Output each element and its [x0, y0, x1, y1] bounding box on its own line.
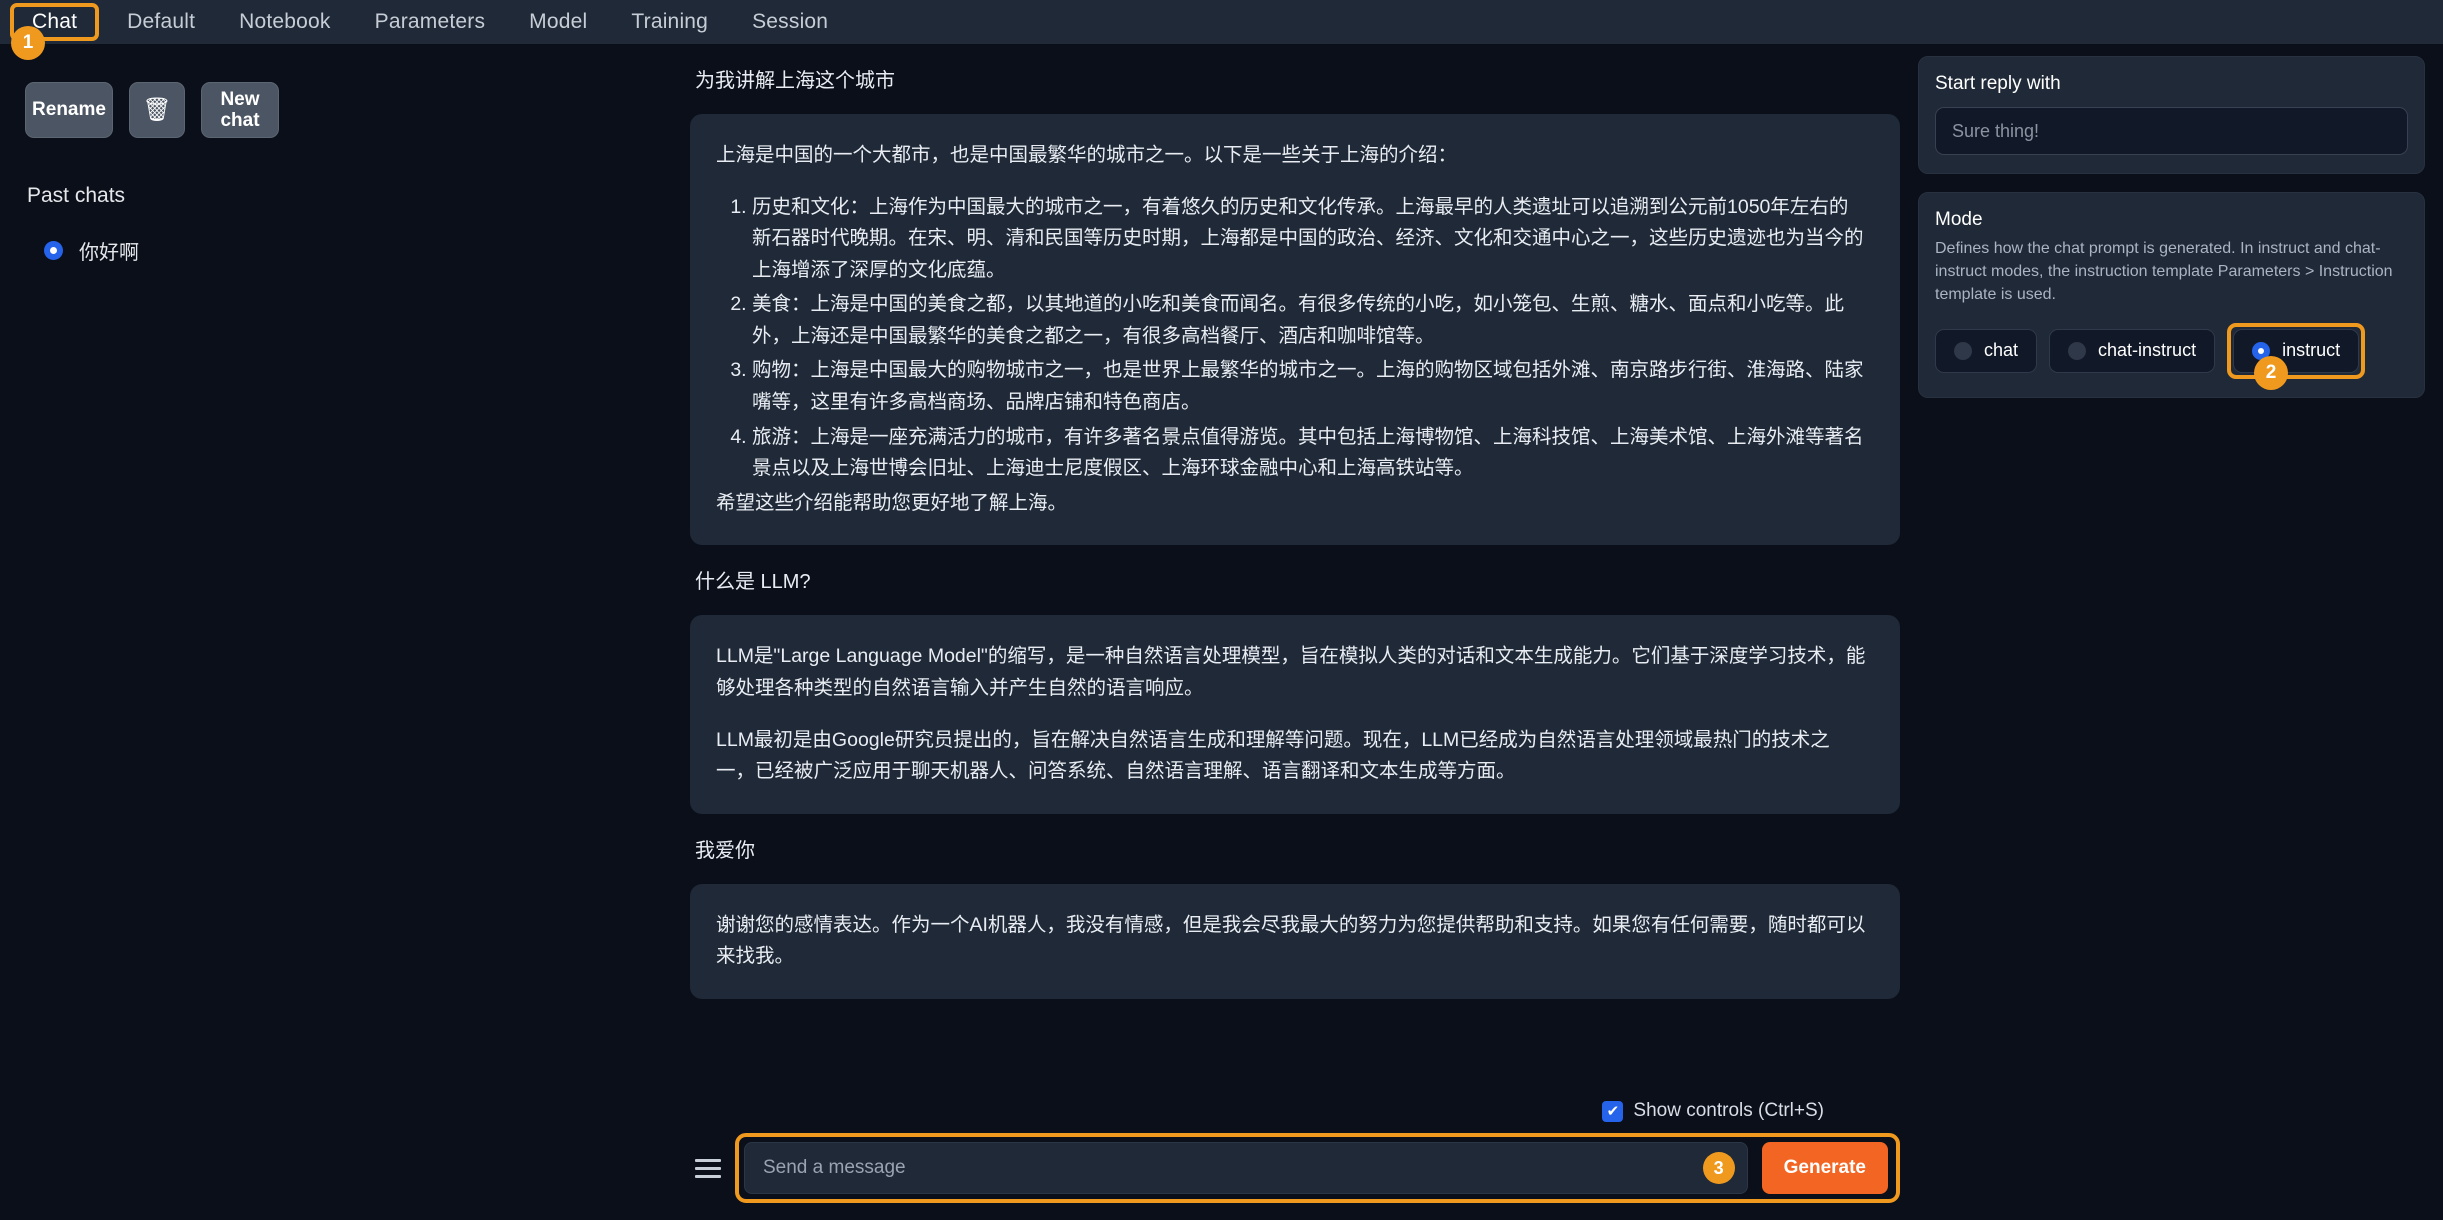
message-placeholder: Send a message — [763, 1157, 906, 1179]
user-message: 为我讲解上海这个城市 — [690, 44, 1900, 96]
tab-parameters[interactable]: Parameters — [353, 4, 508, 40]
user-message: 什么是 LLM? — [690, 545, 1900, 597]
chat-input-area: ✔ Show controls (Ctrl+S) Send a message … — [690, 1100, 1900, 1203]
show-controls-row: ✔ Show controls (Ctrl+S) — [690, 1100, 1900, 1122]
list-item: 历史和文化：上海作为中国最大的城市之一，有着悠久的历史和文化传承。上海最早的人类… — [752, 192, 1866, 287]
trash-icon: 🗑 — [142, 97, 171, 123]
assistant-message: 谢谢您的感情表达。作为一个AI机器人，我没有情感，但是我会尽我最大的努力为您提供… — [690, 884, 1900, 999]
assistant-paragraph: 谢谢您的感情表达。作为一个AI机器人，我没有情感，但是我会尽我最大的努力为您提供… — [716, 910, 1866, 973]
list-item: 旅游：上海是一座充满活力的城市，有许多著名景点值得游览。其中包括上海博物馆、上海… — [752, 422, 1866, 485]
past-chat-label: 你好啊 — [79, 236, 139, 265]
show-controls-label: Show controls (Ctrl+S) — [1633, 1100, 1824, 1122]
past-chat-item[interactable]: 你好啊 — [0, 208, 690, 265]
mode-card: Mode Defines how the chat prompt is gene… — [1918, 192, 2425, 398]
list-item: 购物：上海是中国最大的购物城市之一，也是世界上最繁华的城市之一。上海的购物区域包… — [752, 355, 1866, 418]
tab-default[interactable]: Default — [105, 4, 217, 40]
tab-model[interactable]: Model — [507, 4, 609, 40]
assistant-paragraph: LLM是"Large Language Model"的缩写，是一种自然语言处理模… — [716, 641, 1866, 704]
annotation-badge-2: 2 — [2254, 356, 2288, 390]
radio-icon — [1954, 342, 1972, 360]
chat-history: 为我讲解上海这个城市 上海是中国的一个大都市，也是中国最繁华的城市之一。以下是一… — [690, 44, 1900, 1114]
generate-button[interactable]: Generate — [1762, 1142, 1888, 1194]
assistant-intro: 上海是中国的一个大都市，也是中国最繁华的城市之一。以下是一些关于上海的介绍： — [716, 140, 1866, 172]
mode-option-instruct-highlight: instruct — [2227, 323, 2365, 379]
mode-option-label: instruct — [2282, 340, 2340, 361]
new-chat-button[interactable]: New chat — [201, 82, 279, 138]
mode-option-label: chat-instruct — [2098, 340, 2196, 361]
radio-icon — [2068, 342, 2086, 360]
start-reply-input[interactable] — [1935, 107, 2408, 155]
show-controls-checkbox[interactable]: ✔ — [1602, 1101, 1623, 1122]
tab-session[interactable]: Session — [730, 4, 850, 40]
assistant-message: 上海是中国的一个大都市，也是中国最繁华的城市之一。以下是一些关于上海的介绍： 历… — [690, 114, 1900, 545]
mode-description: Defines how the chat prompt is generated… — [1935, 237, 2408, 307]
assistant-paragraph: LLM最初是由Google研究员提出的，旨在解决自然语言生成和理解等问题。现在，… — [716, 725, 1866, 788]
annotation-badge-3: 3 — [1703, 1152, 1735, 1184]
assistant-outro: 希望这些介绍能帮助您更好地了解上海。 — [716, 488, 1866, 520]
mode-radio-group: chat chat-instruct instruct — [1935, 323, 2408, 379]
right-control-panel: Start reply with Mode Defines how the ch… — [1900, 44, 2443, 416]
radio-selected-icon[interactable] — [44, 241, 63, 260]
assistant-message: LLM是"Large Language Model"的缩写，是一种自然语言处理模… — [690, 615, 1900, 813]
main-tabbar: Chat Default Notebook Parameters Model T… — [0, 0, 2443, 44]
sidebar-actions: Rename 🗑 New chat — [0, 44, 690, 138]
message-input-row: Send a message 3 Generate — [690, 1133, 1900, 1203]
mode-option-label: chat — [1984, 340, 2018, 361]
mode-option-instruct[interactable]: instruct — [2233, 329, 2359, 373]
past-chats-heading: Past chats — [0, 138, 690, 208]
assistant-list: 历史和文化：上海作为中国最大的城市之一，有着悠久的历史和文化传承。上海最早的人类… — [716, 192, 1866, 485]
rename-button[interactable]: Rename — [25, 82, 113, 138]
tab-notebook[interactable]: Notebook — [217, 4, 353, 40]
message-input[interactable]: Send a message 3 — [744, 1142, 1748, 1194]
mode-option-chat-instruct[interactable]: chat-instruct — [2049, 329, 2215, 373]
tab-training[interactable]: Training — [609, 4, 730, 40]
mode-option-chat[interactable]: chat — [1935, 329, 2037, 373]
sidebar: Rename 🗑 New chat Past chats 你好啊 — [0, 44, 690, 1220]
user-message: 我爱你 — [690, 814, 1900, 866]
mode-title: Mode — [1935, 209, 2408, 231]
list-item: 美食：上海是中国的美食之都，以其地道的小吃和美食而闻名。有很多传统的小吃，如小笼… — [752, 289, 1866, 352]
annotation-badge-1: 1 — [11, 26, 45, 60]
hamburger-menu-icon[interactable] — [695, 1159, 721, 1178]
start-reply-card: Start reply with — [1918, 56, 2425, 174]
delete-chat-button[interactable]: 🗑 — [129, 82, 185, 138]
start-reply-title: Start reply with — [1935, 73, 2408, 95]
message-input-highlight: Send a message 3 Generate — [735, 1133, 1900, 1203]
